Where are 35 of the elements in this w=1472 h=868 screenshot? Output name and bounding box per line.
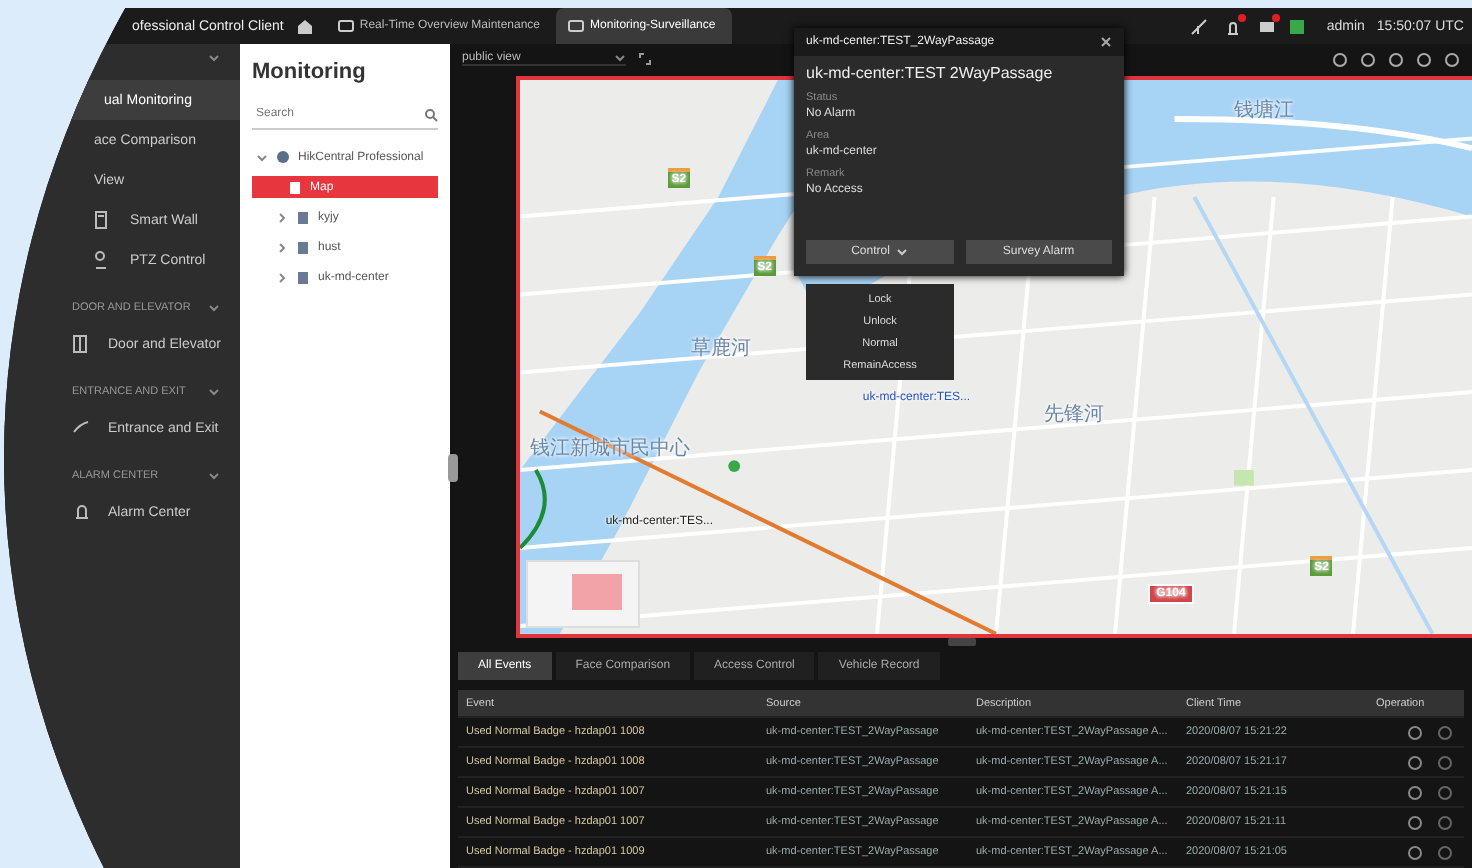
chevron-icon <box>614 52 626 65</box>
panel-title: Monitoring <box>252 60 368 84</box>
close-icon[interactable] <box>1100 36 1112 48</box>
alarm-icon[interactable] <box>1224 17 1243 35</box>
status-icon <box>1288 17 1307 35</box>
screen-icon <box>568 20 585 32</box>
collapse-handle[interactable] <box>448 454 458 482</box>
message-icon[interactable] <box>1258 17 1277 35</box>
fullscreen-icon[interactable] <box>638 52 652 67</box>
chevron-icon <box>208 52 220 64</box>
nav-icon <box>72 418 92 438</box>
place-label: 草鹿河 <box>691 335 752 362</box>
chevron-icon <box>208 302 220 314</box>
home-icon[interactable] <box>295 18 314 34</box>
popup-heading: uk-md-center:TEST 2WayPassage <box>806 64 1055 82</box>
nav-icon <box>72 502 92 522</box>
chevron-icon <box>256 151 268 163</box>
building-icon <box>296 210 310 224</box>
chevron-icon <box>208 470 220 482</box>
building-icon <box>296 240 310 254</box>
network-icon[interactable] <box>1190 17 1209 35</box>
map-icon <box>288 180 302 194</box>
resize-handle[interactable] <box>947 638 975 647</box>
chevron-icon <box>276 271 288 283</box>
place-label: 钱塘江 <box>1234 97 1294 124</box>
place-label: 先锋河 <box>1043 401 1104 429</box>
nav-icon <box>72 334 92 354</box>
chevron-icon <box>895 246 908 258</box>
chevron-icon <box>208 386 220 398</box>
search-icon[interactable] <box>424 107 438 121</box>
building-icon <box>296 270 310 284</box>
globe-icon <box>276 150 290 164</box>
chevron-icon <box>276 211 288 223</box>
chevron-icon <box>276 241 288 253</box>
screen-icon <box>337 20 354 32</box>
